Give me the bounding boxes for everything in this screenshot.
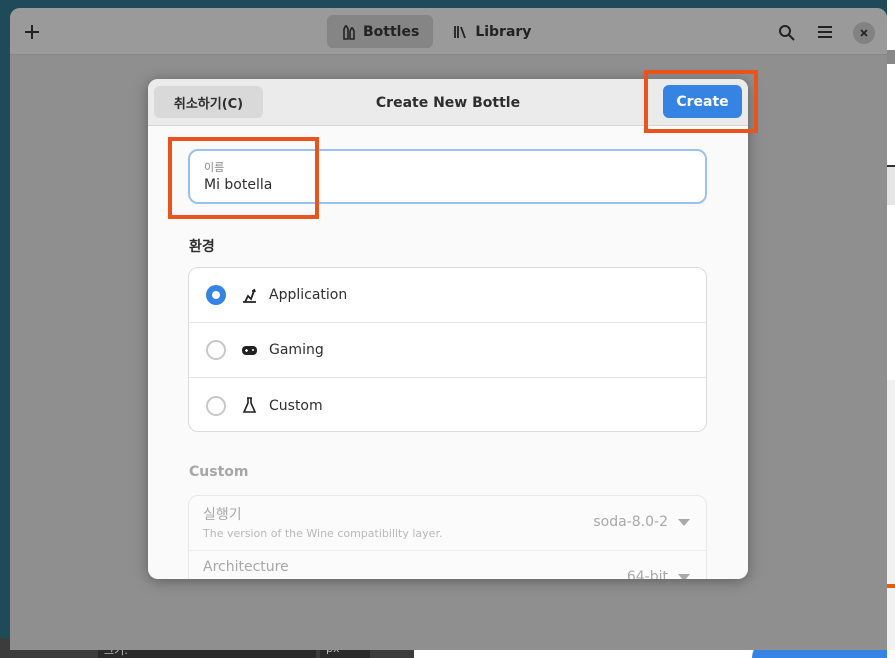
environment-option-application[interactable]: Application	[189, 268, 706, 323]
search-icon	[778, 24, 795, 41]
tab-label: Library	[475, 23, 532, 40]
runner-row[interactable]: 실행기 The version of the Wine compatibilit…	[189, 496, 706, 551]
background-fragment	[887, 50, 895, 64]
window-close-button[interactable]	[853, 22, 875, 44]
dialog-content: 이름 Mi botella 환경 Application Gaming Cust…	[148, 126, 748, 579]
environment-option-custom[interactable]: Custom	[189, 378, 706, 431]
radio-unselected[interactable]	[206, 395, 226, 416]
tab-bottles[interactable]: Bottles	[327, 15, 434, 48]
headerbar: Bottles Library	[10, 8, 887, 55]
name-field[interactable]: 이름 Mi botella	[188, 149, 707, 204]
dialog-header: 취소하기(C) Create New Bottle Create	[148, 79, 748, 126]
environment-option-label: Custom	[269, 397, 323, 414]
chevron-down-icon[interactable]	[678, 519, 690, 526]
search-button[interactable]	[772, 18, 800, 46]
radio-selected[interactable]	[206, 285, 226, 305]
tab-label: Bottles	[363, 23, 420, 40]
custom-settings-list: 실행기 The version of the Wine compatibilit…	[188, 495, 707, 579]
library-icon	[454, 25, 467, 38]
name-field-label: 이름	[204, 161, 225, 174]
architecture-row[interactable]: Architecture 64-bit	[189, 551, 706, 579]
environment-option-label: Application	[269, 287, 348, 303]
tab-library[interactable]: Library	[439, 15, 545, 48]
environment-list: Application Gaming Custom	[188, 267, 707, 432]
chevron-down-icon[interactable]	[678, 574, 690, 579]
cancel-button[interactable]: 취소하기(C)	[154, 86, 263, 118]
runner-subtitle: The version of the Wine compatibility la…	[203, 527, 443, 540]
architecture-value[interactable]: 64-bit	[627, 569, 668, 579]
environment-section-title: 환경	[189, 239, 215, 255]
close-icon	[860, 29, 868, 37]
flask-icon	[240, 397, 258, 415]
runner-value[interactable]: soda-8.0-2	[593, 514, 668, 530]
main-menu-button[interactable]	[811, 18, 839, 46]
create-bottle-dialog: 취소하기(C) Create New Bottle Create 이름 Mi b…	[148, 79, 748, 579]
background-window-edge	[887, 0, 895, 658]
background-fragment	[887, 165, 895, 205]
custom-section-title: Custom	[189, 464, 249, 480]
environment-option-gaming[interactable]: Gaming	[189, 323, 706, 378]
view-switcher: Bottles Library	[327, 15, 545, 48]
add-bottle-button[interactable]	[18, 18, 46, 46]
plus-icon	[25, 25, 39, 39]
radio-unselected[interactable]	[206, 340, 226, 360]
architecture-title: Architecture	[203, 559, 289, 575]
name-field-value[interactable]: Mi botella	[204, 177, 272, 193]
create-button[interactable]: Create	[663, 85, 742, 118]
runner-title: 실행기	[203, 507, 242, 523]
background-fragment	[887, 380, 895, 650]
gamepad-icon	[240, 341, 258, 359]
hamburger-menu-icon	[818, 26, 832, 38]
bottles-icon	[343, 24, 355, 40]
background-fragment	[887, 584, 895, 588]
application-icon	[240, 286, 258, 304]
environment-option-label: Gaming	[269, 342, 324, 358]
